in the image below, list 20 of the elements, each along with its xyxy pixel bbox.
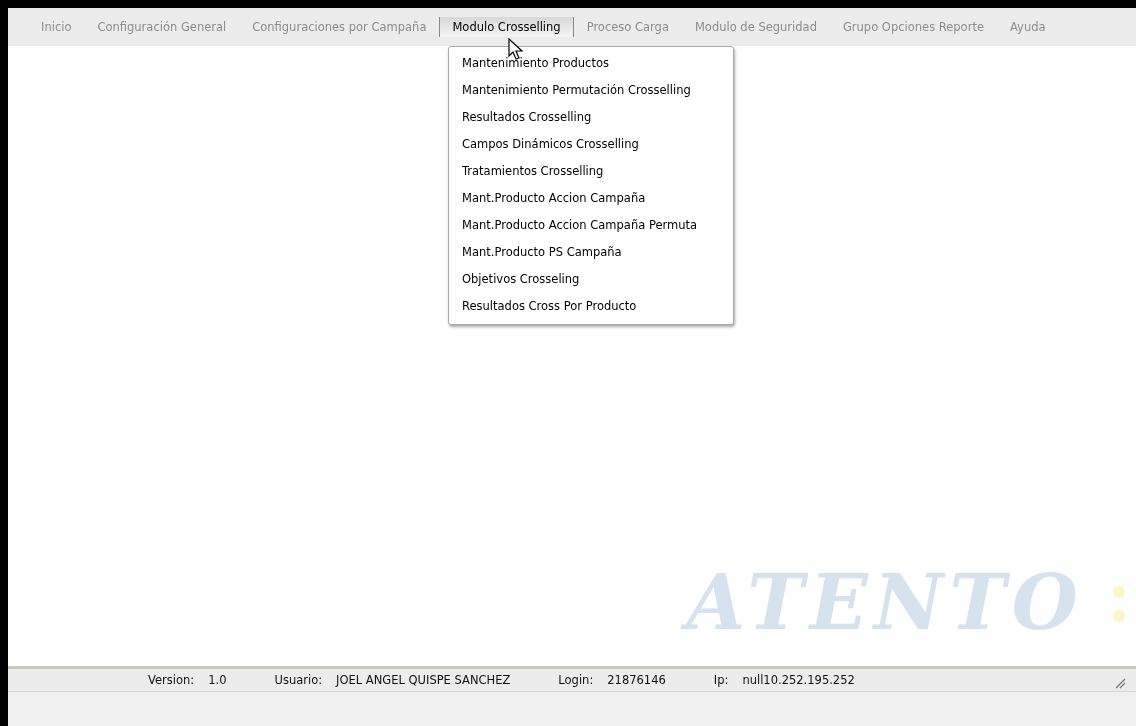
status-value: null10.252.195.252 bbox=[742, 673, 855, 687]
menu-item[interactable]: Modulo Crosselling bbox=[439, 17, 574, 37]
dropdown-item[interactable]: Mant.Producto Accion Campaña Permuta bbox=[449, 212, 733, 239]
dropdown-item[interactable]: Mantenimiento Productos bbox=[449, 50, 733, 77]
dropdown-item[interactable]: Mantenimiento Permutación Crosselling bbox=[449, 77, 733, 104]
status-label: Version: bbox=[148, 673, 195, 687]
status-label: Usuario: bbox=[274, 673, 323, 687]
dropdown-item[interactable]: Resultados Crosselling bbox=[449, 104, 733, 131]
dropdown-item[interactable]: Objetivos Crosseling bbox=[449, 266, 733, 293]
dropdown-item[interactable]: Mant.Producto PS Campaña bbox=[449, 239, 733, 266]
dropdown-item[interactable]: Tratamientos Crosselling bbox=[449, 158, 733, 185]
status-label: Login: bbox=[558, 673, 594, 687]
resize-grip-icon[interactable] bbox=[1114, 677, 1126, 689]
dropdown-item[interactable]: Resultados Cross Por Producto bbox=[449, 293, 733, 320]
status-label: Ip: bbox=[713, 673, 729, 687]
dropdown-item[interactable]: Mant.Producto Accion Campaña bbox=[449, 185, 733, 212]
dropdown-item[interactable]: Campos Dinámicos Crosselling bbox=[449, 131, 733, 158]
status-value: 1.0 bbox=[208, 673, 227, 687]
status-value: 21876146 bbox=[607, 673, 666, 687]
status-value: JOEL ANGEL QUISPE SANCHEZ bbox=[336, 673, 511, 687]
